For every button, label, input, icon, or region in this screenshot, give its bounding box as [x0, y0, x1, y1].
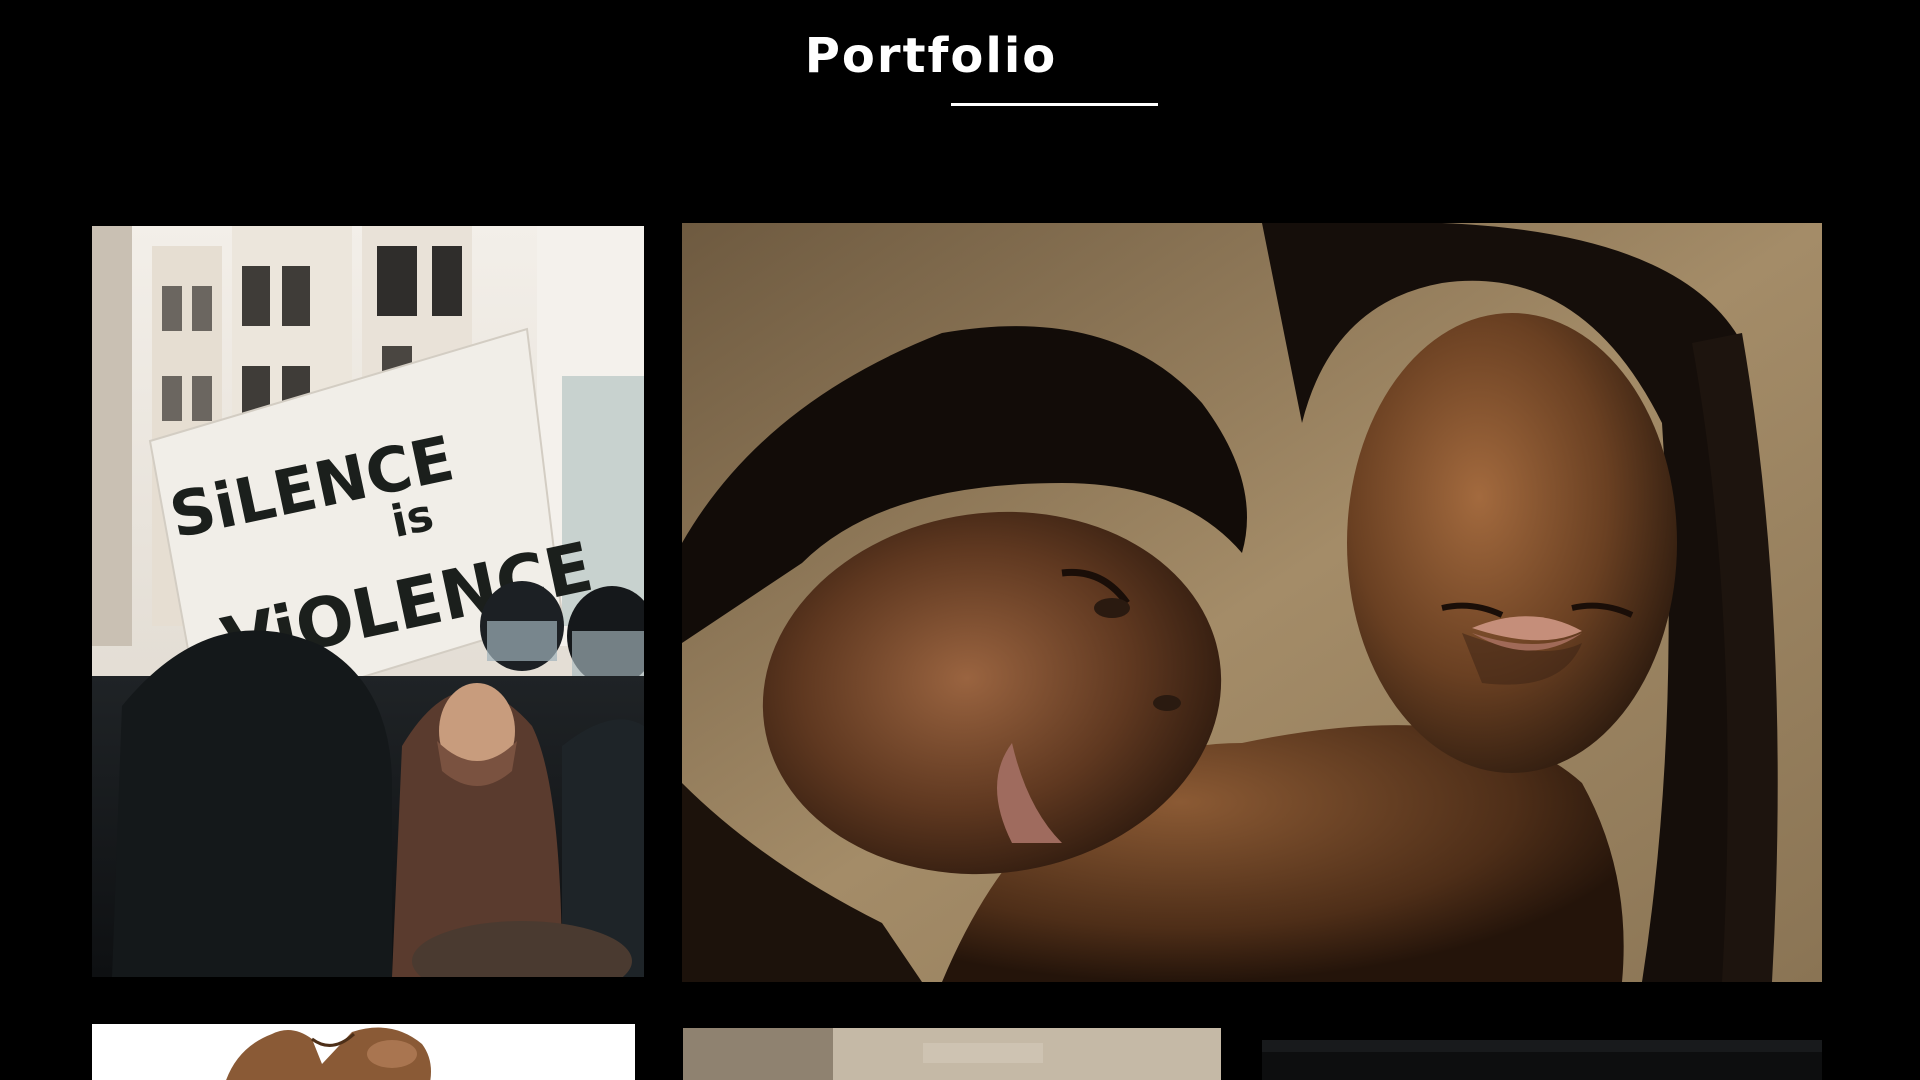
page-title: Portfolio: [804, 28, 1058, 84]
portfolio-item-protest[interactable]: SiLENCE is ViOLENCE: [92, 226, 644, 977]
portfolio-item-hands[interactable]: [92, 1024, 635, 1080]
raised-hands-photo: [92, 1024, 635, 1080]
two-women-portrait-photo: [682, 223, 1822, 982]
title-underline: [951, 103, 1158, 106]
dark-photo: [1262, 1040, 1822, 1080]
portfolio-page: Portfolio SiLENCE is ViOLENCE: [0, 0, 1920, 1080]
stone-wall-photo: [683, 1028, 1221, 1080]
portfolio-item-portrait[interactable]: [682, 223, 1822, 982]
portfolio-item-stone[interactable]: [683, 1028, 1221, 1080]
protest-photo: SiLENCE is ViOLENCE: [92, 226, 644, 977]
portfolio-item-dark[interactable]: [1262, 1040, 1822, 1080]
